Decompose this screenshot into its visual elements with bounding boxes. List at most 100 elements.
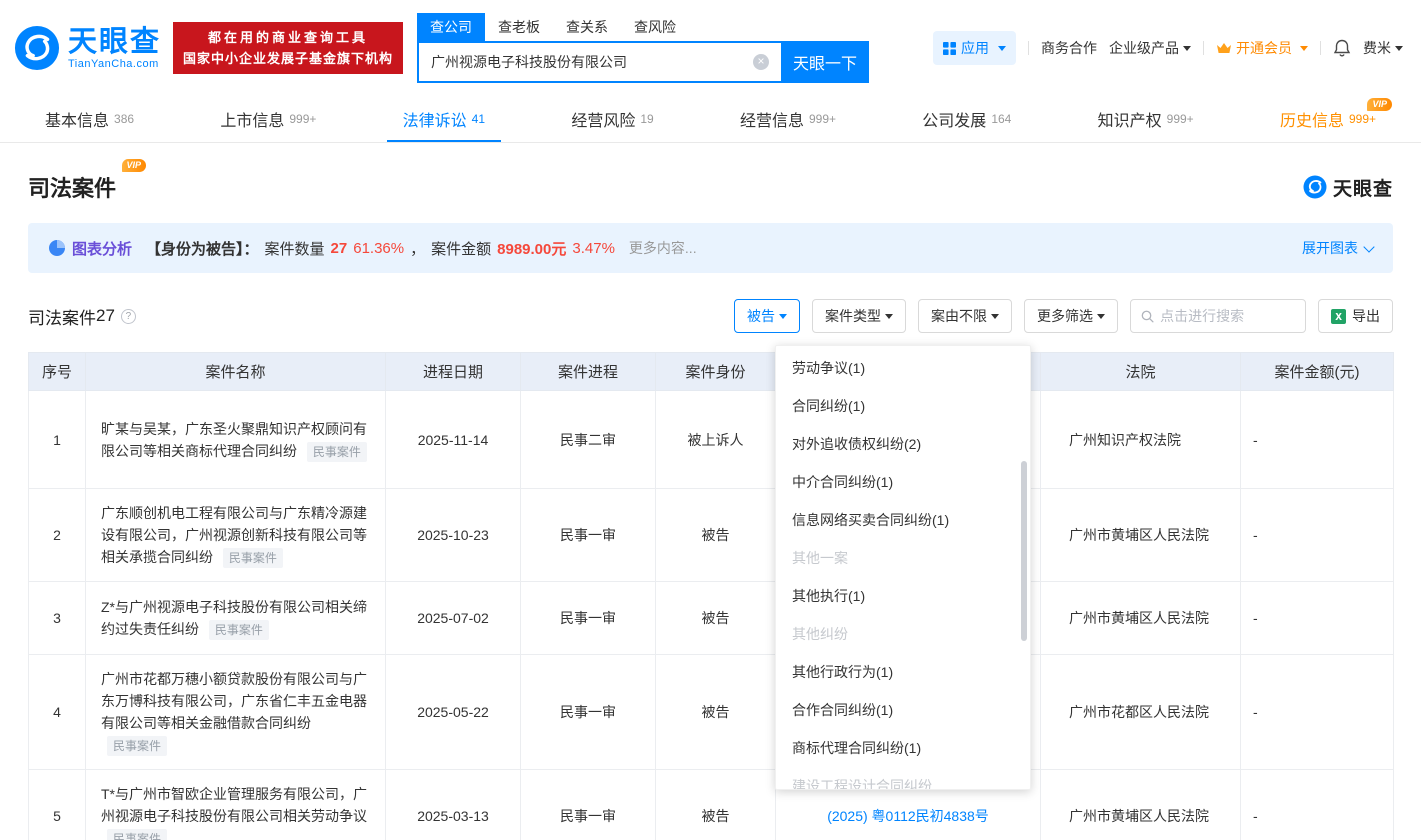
tab-listing-info[interactable]: 上市信息 999+ — [220, 96, 316, 142]
chevron-down-icon — [1395, 45, 1403, 51]
case-name-cell[interactable]: T*与广州市智欧企业管理服务有限公司，广州视源电子科技股份有限公司相关劳动争议 … — [85, 769, 386, 840]
case-row: 3 Z*与广州视源电子科技股份有限公司相关缔约过失责任纠纷 民事案件 2025-… — [28, 581, 1394, 655]
case-name-cell[interactable]: 广东顺创机电工程有限公司与广东精冷源建设有限公司，广州视源创新科技有限公司等相关… — [85, 488, 386, 582]
export-button[interactable]: 导出 — [1318, 299, 1393, 333]
search-tab-risk[interactable]: 查风险 — [621, 13, 689, 41]
case-name-cell[interactable]: Z*与广州视源电子科技股份有限公司相关缔约过失责任纠纷 民事案件 — [85, 581, 386, 655]
col-header-case-name: 案件名称 — [85, 352, 386, 391]
case-role: 被上诉人 — [655, 390, 776, 489]
dropdown-option[interactable]: 劳动争议(1) — [776, 349, 1030, 387]
case-progress: 民事一审 — [520, 769, 656, 840]
case-name-cell[interactable]: 旷某与吴某，广东圣火聚鼎知识产权顾问有限公司等相关商标代理合同纠纷 民事案件 — [85, 390, 386, 489]
case-type-tag: 民事案件 — [107, 829, 168, 840]
case-name-cell[interactable]: 广州市花都万穗小额贷款股份有限公司与广东万博科技有限公司，广东省仁丰五金电器有限… — [85, 654, 386, 770]
tab-history-info[interactable]: VIP 历史信息 999+ — [1280, 96, 1392, 142]
business-coop-link[interactable]: 商务合作 — [1041, 38, 1097, 58]
case-row: 5 T*与广州市智欧企业管理服务有限公司，广州视源电子科技股份有限公司相关劳动争… — [28, 769, 1394, 840]
logo-subtitle: TianYanCha.com — [68, 58, 159, 70]
notification-bell-icon[interactable] — [1333, 39, 1351, 58]
court: 广州知识产权法院 — [1040, 390, 1241, 489]
dropdown-option[interactable]: 其他执行(1) — [776, 577, 1030, 615]
table-header-row: 序号 案件名称 进程日期 案件进程 案件身份 法院 案件金额(元) — [28, 352, 1394, 391]
defendant-identity-label: 【身份为被告】： — [146, 240, 259, 258]
chevron-down-icon — [885, 313, 893, 319]
progress-date: 2025-05-22 — [385, 654, 521, 770]
tab-legal-proceedings[interactable]: 法律诉讼 41 — [386, 96, 502, 142]
tianyancha-legal-cases-page: 天眼查 TianYanCha.com 都在用的商业查询工具 国家中小企业发展子基… — [0, 0, 1421, 840]
dropdown-option[interactable]: 对外追收债权纠纷(2) — [776, 425, 1030, 463]
vip-badge: VIP — [1367, 98, 1392, 111]
case-role: 被告 — [655, 654, 776, 770]
dropdown-option[interactable]: 其他行政行为(1) — [776, 653, 1030, 691]
search-tab-relation[interactable]: 查关系 — [553, 13, 621, 41]
company-detail-tabs: 基本信息 386 上市信息 999+ 法律诉讼 41 经营风险 19 经营信息 999+ … — [0, 96, 1421, 143]
case-amount: - — [1240, 769, 1394, 840]
dropdown-option-disabled: 其他纠纷 — [792, 626, 848, 642]
dropdown-option[interactable]: 中介合同纠纷(1) — [776, 463, 1030, 501]
dropdown-option[interactable]: 商标代理合同纠纷(1) — [776, 729, 1030, 767]
court: 广州市黄埔区人民法院 — [1040, 581, 1241, 655]
chevron-down-icon — [1363, 241, 1375, 253]
clear-icon[interactable]: × — [753, 54, 770, 70]
case-name-link[interactable]: 广州市花都万穗小额贷款股份有限公司与广东万博科技有限公司，广东省仁丰五金电器有限… — [101, 671, 367, 731]
divider — [1320, 41, 1321, 55]
slogan-banner: 都在用的商业查询工具 国家中小企业发展子基金旗下机构 — [173, 22, 404, 74]
tab-company-development[interactable]: 公司发展 164 — [922, 96, 1011, 142]
case-progress: 民事一审 — [520, 488, 656, 582]
more-content-link[interactable]: 更多内容... — [629, 238, 697, 258]
expand-chart-link[interactable]: 展开图表 — [1302, 238, 1375, 258]
brand-watermark: 天眼查 — [1303, 174, 1393, 201]
case-progress: 民事一审 — [520, 654, 656, 770]
enterprise-products-link[interactable]: 企业级产品 — [1109, 38, 1191, 58]
company-search-input[interactable] — [417, 41, 782, 83]
search-area: 查公司 查老板 查关系 查风险 × 天眼一下 — [417, 13, 870, 83]
dropdown-option[interactable]: 信息网络买卖合同纠纷(1) — [776, 501, 1030, 539]
case-role: 被告 — [655, 488, 776, 582]
apps-menu[interactable]: 应用 — [933, 31, 1016, 65]
case-row: 4 广州市花都万穗小额贷款股份有限公司与广东万博科技有限公司，广东省仁丰五金电器… — [28, 654, 1394, 770]
row-index: 3 — [28, 581, 86, 655]
dropdown-option[interactable]: 合同纠纷(1) — [776, 387, 1030, 425]
chart-analysis-label: 图表分析 — [72, 240, 133, 258]
chevron-down-icon — [1183, 45, 1191, 51]
row-index: 5 — [28, 769, 86, 840]
chevron-down-icon — [991, 313, 999, 319]
search-tab-boss[interactable]: 查老板 — [485, 13, 553, 41]
slogan-line1: 都在用的商业查询工具 — [208, 30, 369, 45]
filter-row: 司法案件 27 ? 被告 案件类型 案由不限 更多筛选 点击进行搜索 导出 — [0, 299, 1421, 333]
tab-operation-info[interactable]: 经营信息 999+ — [740, 96, 836, 142]
tab-intellectual-property[interactable]: 知识产权 999+ — [1098, 96, 1194, 142]
tab-basic-info[interactable]: 基本信息 386 — [45, 96, 134, 142]
open-vip-link[interactable]: 开通会员 — [1216, 38, 1308, 58]
case-count-label: 案件数量 — [264, 240, 325, 258]
tab-operation-risk[interactable]: 经营风险 19 — [571, 96, 653, 142]
cause-filter-button[interactable]: 案由不限 — [918, 299, 1012, 333]
dropdown-scrollbar[interactable] — [1021, 461, 1027, 641]
case-type-filter-button[interactable]: 案件类型 — [812, 299, 906, 333]
top-nav: 应用 商务合作 企业级产品 开通会员 费米 — [933, 31, 1403, 65]
search-button[interactable]: 天眼一下 — [781, 41, 870, 83]
table-search-box[interactable] — [1130, 299, 1306, 333]
court: 广州市黄埔区人民法院 — [1040, 488, 1241, 582]
tianyancha-logo[interactable]: 天眼查 TianYanCha.com — [14, 25, 161, 71]
case-type-tag: 民事案件 — [306, 441, 367, 462]
search-tab-company[interactable]: 查公司 — [417, 13, 486, 41]
vip-badge: VIP — [121, 159, 147, 172]
case-name-link[interactable]: T*与广州市智欧企业管理服务有限公司，广州视源电子科技股份有限公司相关劳动争议 — [101, 786, 367, 824]
progress-date: 2025-03-13 — [385, 769, 521, 840]
table-search-input[interactable] — [1160, 308, 1295, 324]
case-amount-percent: 3.47% — [572, 239, 615, 257]
more-filters-button[interactable]: 更多筛选 — [1024, 299, 1118, 333]
comma: ， — [410, 240, 426, 258]
role-filter-button[interactable]: 被告 — [734, 299, 800, 333]
case-count-value: 27 — [330, 239, 348, 257]
col-header-progress-date: 进程日期 — [385, 352, 521, 391]
case-type-tag: 民事案件 — [222, 548, 283, 568]
help-icon[interactable]: ? — [120, 308, 136, 324]
case-number-link[interactable]: (2025) 粤0112民初4838号 — [827, 808, 989, 824]
user-menu[interactable]: 费米 — [1363, 38, 1403, 58]
dropdown-option[interactable]: 合作合同纠纷(1) — [776, 691, 1030, 729]
divider — [1028, 41, 1029, 55]
court: 广州市黄埔区人民法院 — [1040, 769, 1241, 840]
col-header-case-progress: 案件进程 — [520, 352, 656, 391]
